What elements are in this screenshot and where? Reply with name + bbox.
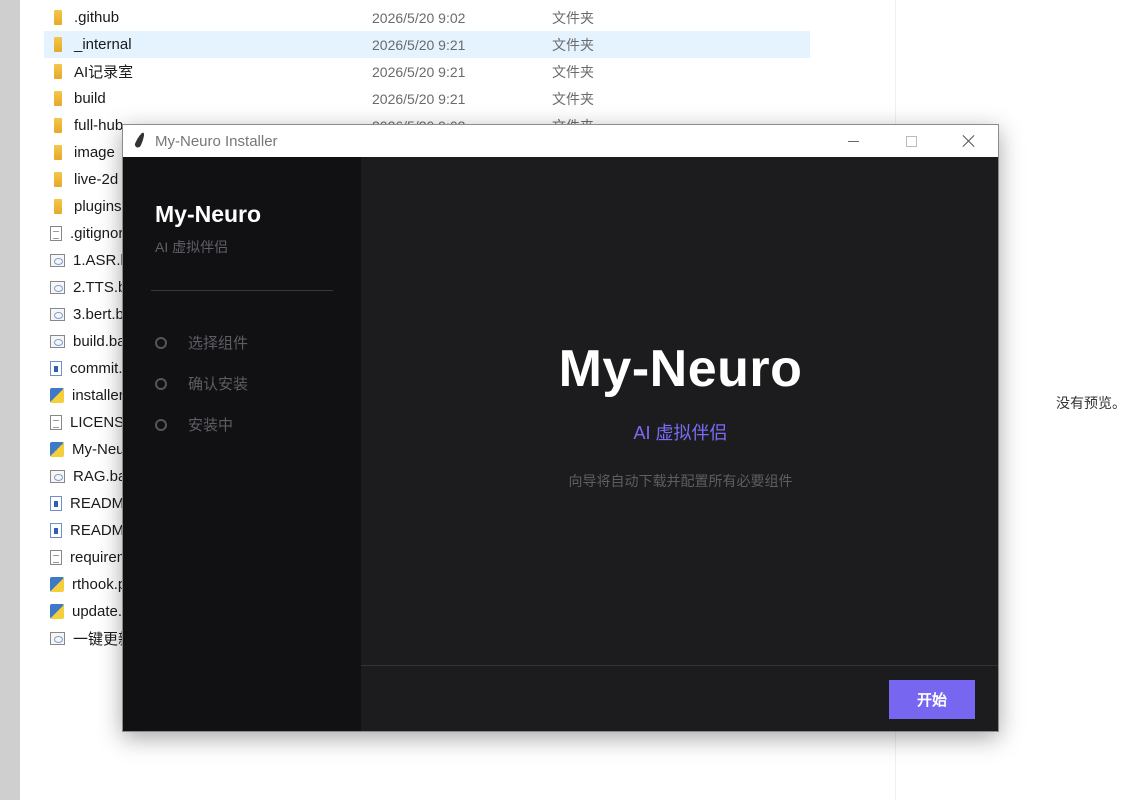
python-file-icon	[50, 577, 64, 592]
start-button[interactable]: 开始	[889, 680, 975, 719]
folder-icon	[54, 37, 62, 52]
minimize-button[interactable]	[824, 125, 882, 157]
step-label: 安装中	[188, 417, 234, 434]
file-type: 文件夹	[552, 90, 594, 107]
step-indicator-icon	[155, 336, 167, 349]
batch-file-icon	[50, 254, 65, 267]
markdown-file-icon	[50, 523, 62, 538]
file-date: 2026/5/20 9:21	[372, 36, 466, 53]
step-installing: 安装中	[155, 414, 233, 435]
close-icon	[962, 134, 976, 148]
preview-empty-text: 没有预览。	[1056, 395, 1124, 411]
maximize-button[interactable]	[882, 125, 940, 157]
folder-icon	[54, 118, 62, 133]
batch-file-icon	[50, 470, 65, 483]
sidebar-title: My-Neuro	[155, 201, 262, 227]
close-button[interactable]	[940, 125, 998, 157]
step-label: 选择组件	[188, 335, 249, 352]
navigation-pane-strip	[0, 0, 20, 800]
file-row[interactable]: build 2026/5/20 9:21 文件夹	[44, 85, 810, 112]
step-select-components: 选择组件	[155, 332, 248, 353]
installer-titlebar[interactable]: My-Neuro Installer	[123, 125, 998, 157]
folder-icon	[54, 91, 62, 106]
markdown-file-icon	[50, 361, 62, 376]
document-icon	[50, 226, 62, 241]
batch-file-icon	[50, 335, 65, 348]
installer-window: My-Neuro Installer My-Neuro AI 虚拟伴侣 选择组件…	[122, 124, 999, 732]
hero-title: My-Neuro	[558, 340, 803, 398]
file-name: .github	[74, 9, 120, 26]
hero-description: 向导将自动下载并配置所有必要组件	[568, 473, 793, 489]
file-type: 文件夹	[552, 36, 594, 53]
feather-icon	[133, 132, 147, 150]
python-file-icon	[50, 604, 64, 619]
file-row[interactable]: AI记录室 2026/5/20 9:21 文件夹	[44, 58, 810, 85]
maximize-icon	[905, 135, 917, 147]
minimize-icon	[847, 140, 859, 142]
hero-subtitle: AI 虚拟伴侣	[633, 423, 728, 443]
file-type: 文件夹	[552, 63, 594, 80]
step-indicator-icon	[155, 418, 167, 431]
file-date: 2026/5/20 9:02	[372, 9, 466, 26]
python-file-icon	[50, 388, 64, 403]
file-row[interactable]: .github 2026/5/20 9:02 文件夹	[44, 4, 810, 31]
sidebar-subtitle: AI 虚拟伴侣	[155, 239, 229, 255]
file-name: build	[74, 90, 106, 107]
step-label: 确认安装	[188, 376, 249, 393]
step-confirm-install: 确认安装	[155, 373, 248, 394]
footer-divider	[361, 665, 998, 666]
window-title: My-Neuro Installer	[155, 132, 278, 150]
batch-file-icon	[50, 308, 65, 321]
installer-main: My-Neuro AI 虚拟伴侣 向导将自动下载并配置所有必要组件 开始	[361, 157, 998, 731]
file-row[interactable]: _internal 2026/5/20 9:21 文件夹	[44, 31, 810, 58]
folder-icon	[54, 10, 62, 25]
file-type: 文件夹	[552, 9, 594, 26]
batch-file-icon	[50, 632, 65, 645]
document-icon	[50, 550, 62, 565]
sidebar-divider	[151, 290, 333, 291]
folder-icon	[54, 145, 62, 160]
file-name: AI记录室	[74, 64, 134, 81]
python-file-icon	[50, 442, 64, 457]
file-name: _internal	[74, 36, 132, 53]
file-date: 2026/5/20 9:21	[372, 90, 466, 107]
step-indicator-icon	[155, 377, 167, 390]
installer-sidebar: My-Neuro AI 虚拟伴侣 选择组件 确认安装 安装中	[123, 157, 361, 731]
batch-file-icon	[50, 281, 65, 294]
file-date: 2026/5/20 9:21	[372, 63, 466, 80]
folder-icon	[54, 64, 62, 79]
folder-icon	[54, 199, 62, 214]
document-icon	[50, 415, 62, 430]
markdown-file-icon	[50, 496, 62, 511]
folder-icon	[54, 172, 62, 187]
